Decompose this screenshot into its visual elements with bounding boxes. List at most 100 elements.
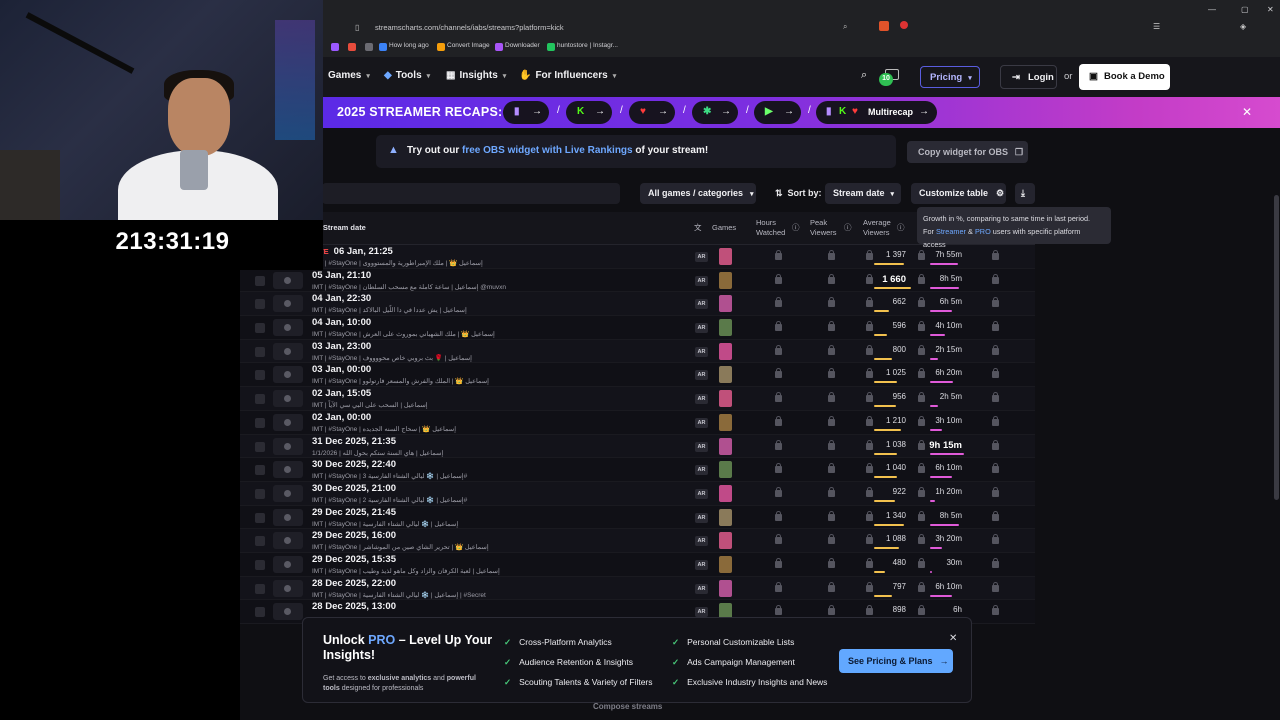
- compose-streams-button[interactable]: Compose streams: [593, 702, 662, 711]
- bookmark-favicon-icon[interactable]: [495, 43, 503, 51]
- row-checkbox[interactable]: [255, 512, 265, 523]
- row-checkbox[interactable]: [255, 559, 265, 570]
- stream-title[interactable]: IMT | #StayOne | إسماعيل | ❄️ ليالي الشت…: [312, 496, 467, 504]
- table-row[interactable]: 29 Dec 2025, 16:00 IMT | #StayOne | إسما…: [240, 529, 1035, 553]
- url-text[interactable]: streamscharts.com/channels/iabs/streams?…: [375, 23, 564, 32]
- row-checkbox[interactable]: [255, 488, 265, 499]
- copy-widget-button[interactable]: Copy widget for OBS ❐: [907, 141, 1028, 163]
- stream-title[interactable]: IMT | #StayOne | إسماعيل 👑 | سحاج السنه …: [312, 425, 456, 433]
- minimize-icon[interactable]: —: [1208, 5, 1216, 14]
- nav-games[interactable]: Games ▾: [328, 70, 370, 81]
- recap-kick-button[interactable]: K →: [566, 101, 612, 124]
- view-stream-icon[interactable]: [273, 461, 303, 479]
- obs-widget-link[interactable]: free OBS widget with Live Rankings: [462, 145, 633, 156]
- table-row[interactable]: 30 Dec 2025, 22:40 IMT | #StayOne | إسما…: [240, 458, 1035, 482]
- stream-title[interactable]: IMT | #StayOne | إسماعيل | لعبة الكرفان …: [312, 567, 500, 575]
- nav-insights[interactable]: ▦ Insights ▾: [446, 70, 506, 81]
- game-cover-icon[interactable]: [719, 555, 732, 573]
- row-checkbox[interactable]: [255, 465, 265, 476]
- col-games[interactable]: Games: [712, 223, 736, 233]
- game-cover-icon[interactable]: [719, 295, 732, 313]
- col-hours-watched[interactable]: Hours Watched: [756, 218, 785, 238]
- table-row[interactable]: 28 Dec 2025, 22:00 IMT | #StayOne | إسما…: [240, 576, 1035, 601]
- extension-badge-icon[interactable]: [900, 21, 908, 29]
- table-row[interactable]: 31 Dec 2025, 21:35 1/1/2026 | إسماعيل | …: [240, 434, 1035, 459]
- table-row[interactable]: 04 Jan, 22:30 IMT | #StayOne | إسماعيل |…: [240, 292, 1035, 317]
- info-icon[interactable]: ⓘ: [897, 223, 905, 233]
- bookmark-how-long-ago[interactable]: How long ago: [389, 42, 429, 49]
- bookmark-favicon-icon[interactable]: [348, 43, 356, 51]
- view-stream-icon[interactable]: [273, 319, 303, 337]
- bookmark-downloader[interactable]: Downloader: [505, 42, 540, 49]
- stream-title[interactable]: IMT | #StayOne | إسماعيل | يش عددا في دا…: [312, 306, 467, 314]
- view-stream-icon[interactable]: [273, 603, 303, 621]
- bookmark-favicon-icon[interactable]: [379, 43, 387, 51]
- view-stream-icon[interactable]: [273, 532, 303, 550]
- extensions-icon[interactable]: ☰: [1153, 22, 1160, 31]
- table-row[interactable]: 03 Jan, 00:00 IMT | #StayOne | إسماعيل 👑…: [240, 363, 1035, 388]
- table-row[interactable]: 30 Dec 2025, 21:00 IMT | #StayOne | إسما…: [240, 481, 1035, 506]
- address-bar[interactable]: ▯ streamscharts.com/channels/iabs/stream…: [323, 20, 1280, 38]
- games-filter-dropdown[interactable]: All games / categories ▾: [640, 183, 756, 204]
- multirecap-button[interactable]: ▮ K ♥ Multirecap →: [816, 101, 937, 124]
- stream-title[interactable]: IMT | #StayOne | إسماعيل | ❄️ ليالي الشت…: [312, 591, 486, 599]
- view-stream-icon[interactable]: [273, 579, 303, 597]
- bookmark-huntostore[interactable]: huntostore | Instagr...: [557, 42, 618, 49]
- table-row[interactable]: 29 Dec 2025, 21:45 IMT | #StayOne | إسما…: [240, 505, 1035, 530]
- close-icon[interactable]: ✕: [1242, 105, 1252, 119]
- table-row[interactable]: 03 Jan, 23:00 IMT | #StayOne | إسماعيل |…: [240, 339, 1035, 364]
- search-page-icon[interactable]: ⌕: [843, 22, 847, 32]
- table-row[interactable]: LIVE06 Jan, 21:25 IMT | #StayOne | إسماع…: [240, 245, 1035, 269]
- info-icon[interactable]: ⓘ: [792, 223, 800, 233]
- search-icon[interactable]: ⌕: [861, 69, 867, 82]
- game-cover-icon[interactable]: [719, 390, 732, 408]
- row-checkbox[interactable]: [255, 417, 265, 428]
- col-peak-viewers[interactable]: Peak Viewers: [810, 218, 837, 238]
- nav-tools[interactable]: ◆ Tools ▾: [384, 70, 430, 81]
- row-checkbox[interactable]: [255, 370, 265, 381]
- stream-title[interactable]: IMT | #StayOne | إسماعيل | ساعة كاملة مع…: [312, 283, 506, 291]
- table-row[interactable]: 29 Dec 2025, 15:35 IMT | #StayOne | إسما…: [240, 552, 1035, 577]
- bookmark-favicon-icon[interactable]: [331, 43, 339, 51]
- game-cover-icon[interactable]: [719, 319, 732, 337]
- view-stream-icon[interactable]: [273, 555, 303, 573]
- recap-twitch-button[interactable]: ▮ →: [503, 101, 549, 124]
- view-stream-icon[interactable]: [273, 295, 303, 313]
- page-scrollbar[interactable]: [1274, 195, 1279, 500]
- stream-title[interactable]: IMT | #StayOne | إسماعيل 👑 | ملك الشهبان…: [312, 330, 495, 338]
- close-window-icon[interactable]: ✕: [1267, 5, 1274, 14]
- sort-dropdown[interactable]: Stream date ▾: [825, 183, 901, 204]
- row-checkbox[interactable]: [255, 394, 265, 405]
- row-checkbox[interactable]: [255, 346, 265, 357]
- translate-icon[interactable]: 文: [694, 223, 702, 233]
- view-stream-icon[interactable]: [273, 484, 303, 502]
- col-average-viewers[interactable]: Average Viewers: [863, 218, 891, 238]
- game-cover-icon[interactable]: [719, 271, 732, 289]
- bookmark-favicon-icon[interactable]: [365, 43, 373, 51]
- stream-title[interactable]: IMT | #StayOne | إسماعيل | ❄️ ليالي الشت…: [312, 472, 467, 480]
- stream-title[interactable]: IMT | #StayOne | إسماعيل | ❄️ ليالي الشت…: [312, 520, 458, 528]
- game-cover-icon[interactable]: [719, 366, 732, 384]
- login-button[interactable]: ⇥ Login: [1000, 65, 1057, 89]
- game-cover-icon[interactable]: [719, 579, 732, 597]
- stream-title[interactable]: IMT | #StayOne | إسماعيل 👑 | تحرير الشاي…: [312, 543, 489, 551]
- row-checkbox[interactable]: [255, 299, 265, 310]
- info-icon[interactable]: ⓘ: [844, 223, 852, 233]
- see-pricing-button[interactable]: See Pricing & Plans →: [839, 649, 953, 673]
- game-cover-icon[interactable]: [719, 342, 732, 360]
- game-cover-icon[interactable]: [719, 508, 732, 526]
- view-stream-icon[interactable]: [273, 508, 303, 526]
- stream-title[interactable]: IMT | #StayOne | إسماعيل 👑 | الملك والفر…: [312, 377, 489, 385]
- row-checkbox[interactable]: [255, 536, 265, 547]
- game-cover-icon[interactable]: [719, 248, 732, 265]
- recap-youtube-button[interactable]: ♥ →: [629, 101, 675, 124]
- shield-icon[interactable]: ◈: [1240, 22, 1246, 31]
- recap-rumble-button[interactable]: ✱ →: [692, 101, 738, 124]
- stream-title[interactable]: IMT | إسماعيل | السحب على البي سي الآياً: [312, 401, 428, 409]
- stream-title[interactable]: IMT | #StayOne | إسماعيل | 🌹 بث بروبي خا…: [312, 354, 472, 362]
- table-row[interactable]: 04 Jan, 10:00 IMT | #StayOne | إسماعيل 👑…: [240, 316, 1035, 340]
- table-row[interactable]: 02 Jan, 15:05 IMT | إسماعيل | السحب على …: [240, 387, 1035, 411]
- table-row[interactable]: 05 Jan, 21:10 IMT | #StayOne | إسماعيل |…: [240, 268, 1035, 293]
- table-row[interactable]: 02 Jan, 00:00 IMT | #StayOne | إسماعيل 👑…: [240, 410, 1035, 435]
- close-icon[interactable]: ✕: [949, 633, 957, 644]
